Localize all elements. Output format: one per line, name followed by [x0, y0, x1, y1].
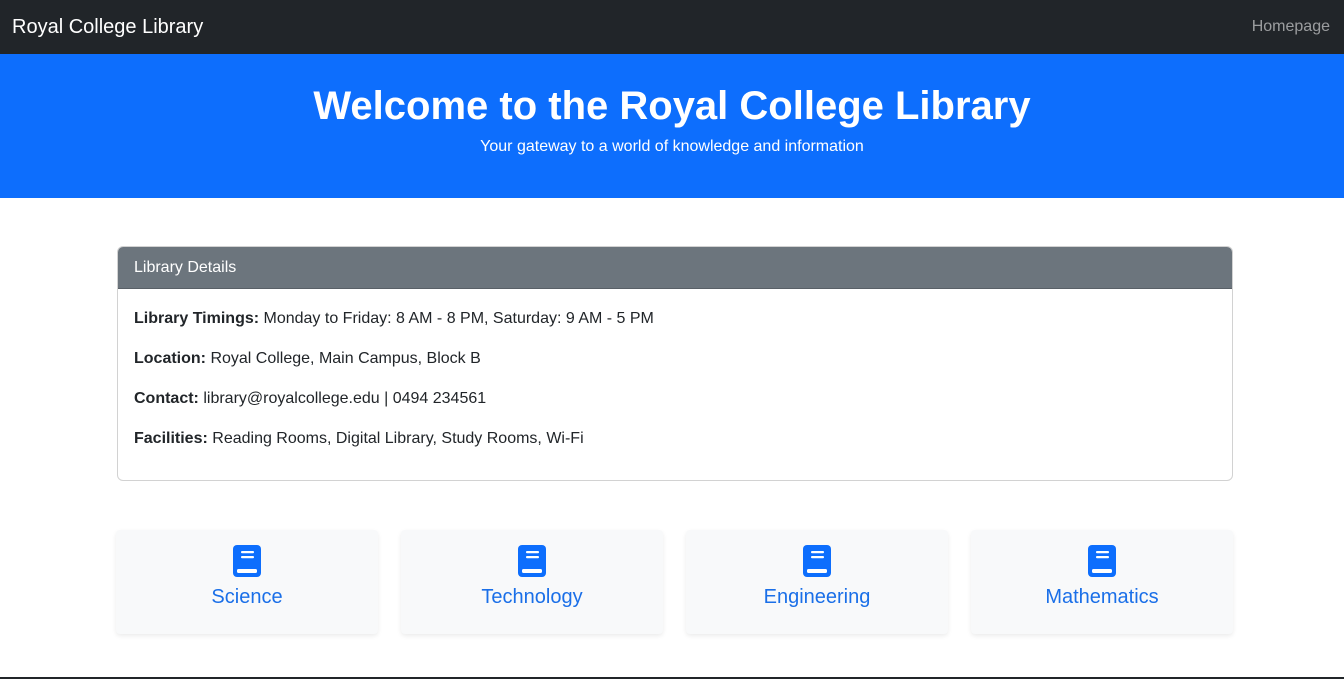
category-card-science[interactable]: Science — [116, 530, 378, 634]
library-location: Location: Royal College, Main Campus, Bl… — [134, 347, 1216, 371]
category-label: Engineering — [763, 586, 871, 608]
detail-value: Royal College, Main Campus, Block B — [206, 350, 481, 367]
book-icon — [1088, 545, 1116, 577]
detail-value: Reading Rooms, Digital Library, Study Ro… — [207, 430, 584, 447]
category-grid: Science Technology Engineering Mathemati… — [116, 530, 1234, 634]
library-contact: Contact: library@royalcollege.edu | 0494… — [134, 387, 1216, 411]
category-label: Mathematics — [1045, 586, 1159, 608]
homepage-link[interactable]: Homepage — [1252, 18, 1330, 36]
category-card-technology[interactable]: Technology — [401, 530, 663, 634]
book-icon — [803, 545, 831, 577]
category-label: Science — [211, 586, 283, 608]
detail-label: Facilities: — [134, 430, 208, 447]
book-icon — [233, 545, 261, 577]
detail-label: Library Timings: — [134, 310, 260, 327]
category-card-mathematics[interactable]: Mathematics — [971, 530, 1233, 634]
detail-value: library@royalcollege.edu | 0494 234561 — [198, 390, 487, 407]
detail-label: Location: — [134, 350, 206, 367]
category-card-engineering[interactable]: Engineering — [686, 530, 948, 634]
detail-value: Monday to Friday: 8 AM - 8 PM, Saturday:… — [259, 310, 654, 327]
hero-banner: Welcome to the Royal College Library You… — [0, 54, 1344, 198]
library-details-card: Library Details Library Timings: Monday … — [117, 246, 1233, 481]
library-timings: Library Timings: Monday to Friday: 8 AM … — [134, 307, 1216, 331]
library-details-header: Library Details — [118, 247, 1232, 289]
hero-subtitle: Your gateway to a world of knowledge and… — [480, 138, 864, 155]
detail-label: Contact: — [134, 390, 199, 407]
library-details-body: Library Timings: Monday to Friday: 8 AM … — [118, 289, 1232, 451]
hero-title: Welcome to the Royal College Library — [313, 84, 1031, 128]
library-facilities: Facilities: Reading Rooms, Digital Libra… — [134, 427, 1216, 451]
top-navbar: Royal College Library Homepage — [0, 0, 1344, 54]
book-icon — [518, 545, 546, 577]
navbar-brand[interactable]: Royal College Library — [12, 16, 203, 39]
category-label: Technology — [481, 586, 583, 608]
